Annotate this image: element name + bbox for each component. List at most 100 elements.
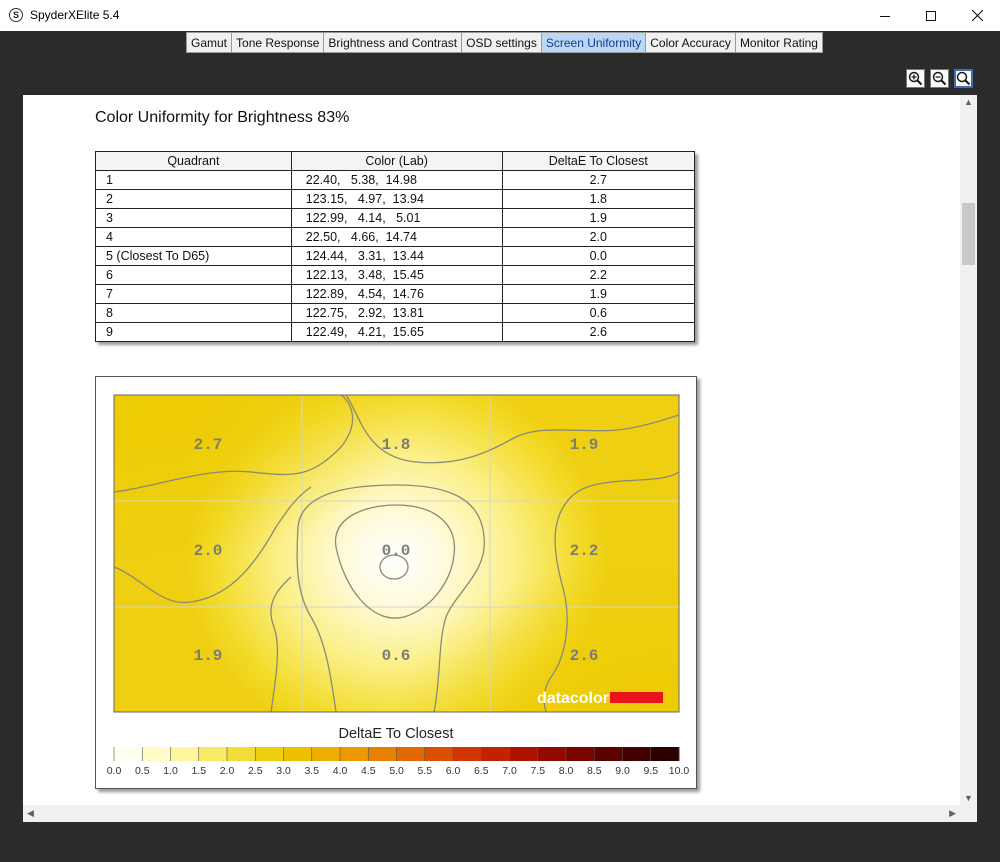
legend-tick-label: 6.0 bbox=[445, 765, 461, 777]
quadrant-value-label: 1.8 bbox=[382, 436, 411, 454]
deltae-cell: 2.0 bbox=[501, 227, 696, 247]
zoom-out-icon bbox=[932, 71, 947, 86]
table-row: 9 122.49, 4.21, 15.65 2.6 bbox=[95, 322, 696, 342]
window-title: SpyderXElite 5.4 bbox=[30, 8, 120, 22]
color-lab-cell: 122.13, 3.48, 15.45 bbox=[290, 265, 503, 285]
deltae-cell: 2.2 bbox=[501, 265, 696, 285]
legend-tick-label: 10.0 bbox=[668, 765, 690, 777]
legend-tick-label: 8.0 bbox=[558, 765, 574, 777]
legend-swatch bbox=[509, 747, 539, 761]
legend-tick-label: 5.5 bbox=[417, 765, 433, 777]
title-bar: S SpyderXElite 5.4 bbox=[0, 0, 1000, 31]
tab-color-accuracy[interactable]: Color Accuracy bbox=[646, 32, 736, 53]
color-lab-cell: 122.89, 4.54, 14.76 bbox=[290, 284, 503, 304]
quadrant-cell: 9 bbox=[95, 322, 292, 342]
legend-swatch bbox=[283, 747, 313, 761]
column-header-quadrant: Quadrant bbox=[95, 151, 292, 171]
quadrant-cell: 6 bbox=[95, 265, 292, 285]
tab-osd-settings[interactable]: OSD settings bbox=[462, 32, 542, 53]
legend-tick-label: 0.0 bbox=[106, 765, 122, 777]
scroll-down-icon[interactable]: ▼ bbox=[964, 793, 973, 803]
minimize-button[interactable] bbox=[862, 0, 908, 31]
column-header-deltae: DeltaE To Closest bbox=[501, 151, 696, 171]
scroll-left-icon[interactable]: ◀ bbox=[27, 808, 34, 819]
maximize-button[interactable] bbox=[908, 0, 954, 31]
zoom-out-button[interactable] bbox=[930, 69, 949, 88]
table-row: 6 122.13, 3.48, 15.45 2.2 bbox=[95, 265, 696, 285]
legend-tick-label: 4.0 bbox=[332, 765, 348, 777]
legend-tick-label: 9.5 bbox=[643, 765, 659, 777]
quadrant-value-label: 1.9 bbox=[194, 647, 223, 665]
uniformity-map-panel: 2.7 1.8 1.9 2.0 0.0 2.2 1.9 0.6 2.6 datacolor De… bbox=[95, 376, 697, 789]
legend-tick-label: 5.0 bbox=[389, 765, 404, 777]
quadrant-cell: 2 bbox=[95, 189, 292, 209]
legend-swatch bbox=[311, 747, 341, 761]
zoom-in-button[interactable] bbox=[906, 69, 925, 88]
tab-tone-response[interactable]: Tone Response bbox=[232, 32, 325, 53]
color-lab-cell: 122.75, 2.92, 13.81 bbox=[290, 303, 503, 323]
legend-tick-label: 6.5 bbox=[473, 765, 489, 777]
scroll-up-icon[interactable]: ▲ bbox=[964, 97, 973, 107]
deltae-cell: 1.9 bbox=[501, 208, 696, 228]
table-row: 5 (Closest To D65) 124.44, 3.31, 13.44 0.0 bbox=[95, 246, 696, 266]
legend-swatch bbox=[453, 747, 482, 761]
legend-tick-label: 8.5 bbox=[586, 765, 602, 777]
legend-swatch bbox=[622, 747, 652, 761]
close-icon bbox=[971, 10, 983, 21]
table-row: 1 22.40, 5.38, 14.98 2.7 bbox=[95, 170, 696, 190]
table-row: 7 122.89, 4.54, 14.76 1.9 bbox=[95, 284, 696, 304]
vertical-scroll-thumb[interactable] bbox=[962, 203, 975, 265]
quadrant-cell: 8 bbox=[95, 303, 292, 323]
report-viewport[interactable]: Color Uniformity for Brightness 83% Quad… bbox=[23, 95, 977, 822]
color-lab-cell: 22.40, 5.38, 14.98 bbox=[290, 170, 503, 190]
legend-swatch bbox=[368, 747, 397, 761]
legend-swatch bbox=[594, 747, 623, 761]
tab-screen-uniformity[interactable]: Screen Uniformity bbox=[541, 32, 647, 53]
quadrant-value-label: 2.0 bbox=[194, 542, 223, 560]
legend-swatch bbox=[170, 747, 200, 761]
legend-tick-label: 2.0 bbox=[219, 765, 235, 777]
legend-swatch bbox=[566, 747, 595, 761]
legend-tick-label: 7.5 bbox=[530, 765, 546, 777]
tab-brightness-and-contrast[interactable]: Brightness and Contrast bbox=[324, 32, 463, 53]
legend-tick-label: 9.0 bbox=[615, 765, 630, 777]
legend-swatch bbox=[142, 747, 171, 761]
quadrant-cell: 7 bbox=[95, 284, 292, 304]
scroll-right-icon[interactable]: ▶ bbox=[949, 808, 956, 819]
legend-tick-label: 0.5 bbox=[134, 765, 150, 777]
tab-gamut[interactable]: Gamut bbox=[186, 32, 233, 53]
color-lab-cell: 123.15, 4.97, 13.94 bbox=[290, 189, 503, 209]
quadrant-value-label: 0.6 bbox=[382, 647, 411, 665]
deltae-cell: 1.8 bbox=[501, 189, 696, 209]
report-heading: Color Uniformity for Brightness 83% bbox=[95, 109, 350, 126]
quadrant-value-label: 2.7 bbox=[194, 436, 223, 454]
color-lab-cell: 122.49, 4.21, 15.65 bbox=[290, 322, 503, 342]
legend-tick-label: 7.0 bbox=[502, 765, 517, 777]
quadrant-value-label: 1.9 bbox=[570, 436, 599, 454]
horizontal-scrollbar[interactable]: ◀ ▶ bbox=[23, 805, 960, 822]
datacolor-logo-text: datacolor bbox=[537, 690, 609, 707]
column-header-color-lab: Color (Lab) bbox=[290, 151, 503, 171]
vertical-scrollbar[interactable]: ▲ ▼ bbox=[960, 95, 977, 805]
table-row: 2 123.15, 4.97, 13.94 1.8 bbox=[95, 189, 696, 209]
color-lab-cell: 124.44, 3.31, 13.44 bbox=[290, 246, 503, 266]
quadrant-cell: 5 (Closest To D65) bbox=[95, 246, 292, 266]
app-icon: S bbox=[9, 8, 23, 22]
table-row: 4 22.50, 4.66, 14.74 2.0 bbox=[95, 227, 696, 247]
quadrant-value-label: 0.0 bbox=[382, 542, 411, 560]
close-button[interactable] bbox=[954, 0, 1000, 31]
tab-monitor-rating[interactable]: Monitor Rating bbox=[735, 32, 823, 53]
legend-tick-label: 4.5 bbox=[360, 765, 376, 777]
tab-bar: Gamut Tone Response Brightness and Contras… bbox=[186, 32, 823, 53]
color-lab-cell: 22.50, 4.66, 14.74 bbox=[290, 227, 503, 247]
quadrant-value-label: 2.6 bbox=[570, 647, 599, 665]
legend-tick-label: 1.5 bbox=[191, 765, 207, 777]
legend-swatch bbox=[227, 747, 256, 761]
zoom-fit-button[interactable] bbox=[954, 69, 973, 88]
legend-swatch bbox=[396, 747, 426, 761]
legend-swatch bbox=[198, 747, 228, 761]
quadrant-cell: 4 bbox=[95, 227, 292, 247]
zoom-toolbar bbox=[906, 69, 973, 88]
maximize-icon bbox=[926, 10, 936, 21]
legend-swatch bbox=[255, 747, 284, 761]
